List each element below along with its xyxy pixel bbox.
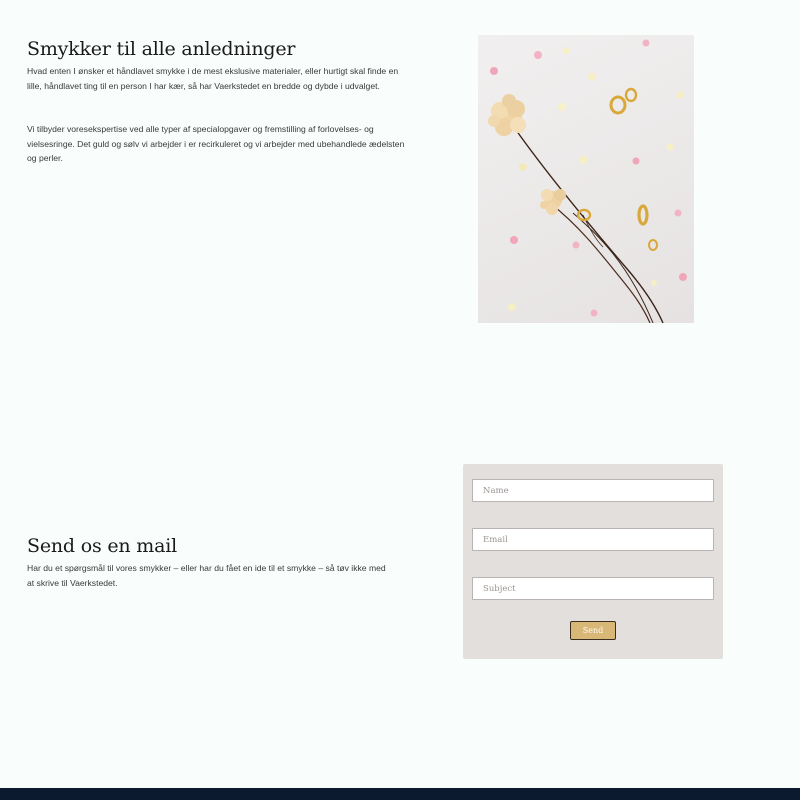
dried-flower-small (540, 189, 566, 215)
name-input[interactable] (472, 479, 714, 502)
intro-paragraph-2: Vi tilbyder voresekspertise ved alle typ… (27, 124, 405, 164)
contact-form: Send (463, 464, 723, 659)
contact-heading: Send os en mail (27, 535, 177, 557)
dried-flowers-rings-illustration (488, 39, 687, 323)
contact-text: Har du et spørgsmål til vores smykker – … (27, 563, 386, 588)
intro-section: Smykker til alle anledninger Hvad enten … (27, 38, 407, 166)
send-button[interactable]: Send (570, 621, 616, 640)
intro-paragraph-1: Hvad enten I ønsker et håndlavet smykke … (27, 66, 399, 91)
subject-input[interactable] (472, 577, 714, 600)
intro-heading: Smykker til alle anledninger (27, 38, 296, 60)
footer-bar (0, 788, 800, 800)
dried-flower-large (488, 94, 526, 136)
jewelry-photo (478, 35, 694, 323)
contact-section: Send os en mail Har du et spørgsmål til … (27, 535, 387, 590)
email-input[interactable] (472, 528, 714, 551)
scattered-blossoms (490, 39, 687, 317)
